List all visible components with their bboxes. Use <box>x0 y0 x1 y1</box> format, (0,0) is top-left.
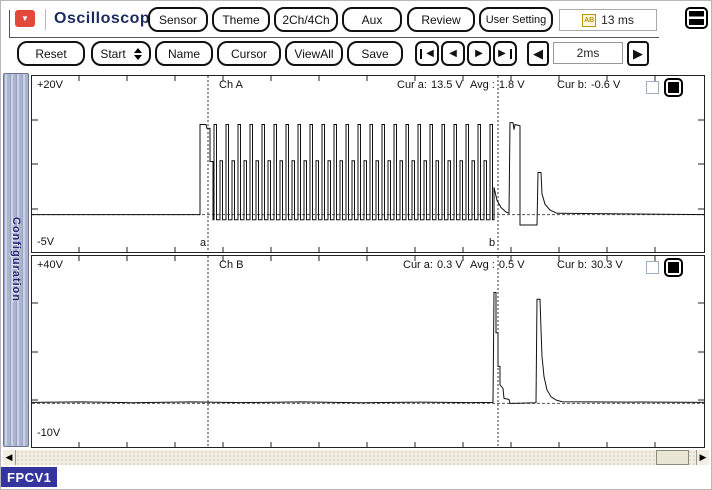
cursor-a-label: Cur a: <box>403 259 433 271</box>
prev-triangle-icon: ◀ <box>426 48 434 59</box>
cursor-a-marker-label: a <box>200 237 206 249</box>
channel-b-avg-readout: Avg : 0.5 V <box>470 259 525 271</box>
left-arrow-icon: ◀ <box>6 452 13 463</box>
prev-triangle-icon: ◀ <box>449 48 457 59</box>
user-setting-button[interactable]: User Setting <box>479 7 553 32</box>
cursor-b-marker-label: b <box>489 237 495 249</box>
horizontal-scrollbar: ◀ ▶ <box>3 450 709 465</box>
scroll-left-button[interactable]: ◀ <box>3 450 16 465</box>
channel-a-color-swatch <box>668 82 679 93</box>
configuration-tab-label: Configuration <box>10 217 22 302</box>
channel-a-avg-readout: Avg : 1.8 V <box>470 79 525 91</box>
channel-a-bottom-voltage-label: -5V <box>37 236 54 248</box>
cursor-a-value: 13.5 V <box>431 79 463 91</box>
cursor-ab-icon: AB <box>582 14 596 27</box>
cursor-b-value: 30.3 V <box>591 259 623 271</box>
channel-b-color-swatch <box>668 262 679 273</box>
scrollbar-thumb[interactable] <box>656 450 689 465</box>
channel-b-bottom-voltage-label: -10V <box>37 427 60 439</box>
left-arrow-icon: ◀ <box>533 46 543 62</box>
cursor-a-label: Cur a: <box>397 79 427 91</box>
step-back-button[interactable]: ◀ <box>441 41 465 66</box>
up-down-spinner-icon <box>134 48 142 60</box>
timebase-value-field[interactable]: 2ms <box>553 42 623 64</box>
next-triangle-icon: ▶ <box>475 48 483 59</box>
timebase-value: 2ms <box>577 46 600 60</box>
toolbar-divider <box>9 37 659 38</box>
aux-button[interactable]: Aux <box>342 7 402 32</box>
skip-to-end-button[interactable]: ▶ <box>493 41 517 66</box>
review-button[interactable]: Review <box>407 7 475 32</box>
channel-a-cursor-b-readout: Cur b: -0.6 V <box>557 79 620 91</box>
cursor-a-value: 0.3 V <box>437 259 463 271</box>
right-arrow-icon: ▶ <box>633 46 643 62</box>
channel-b-plot[interactable] <box>31 255 705 448</box>
save-button[interactable]: Save <box>347 41 403 66</box>
channel-a-color-button[interactable] <box>664 78 683 97</box>
channel-a-name: Ch A <box>219 79 243 91</box>
cursor-button[interactable]: Cursor <box>217 41 281 66</box>
cursor-b-label: Cur b: <box>557 259 587 271</box>
timebase-decrease-button[interactable]: ◀ <box>527 41 549 66</box>
avg-value: 0.5 V <box>499 259 525 271</box>
channel-a-cursor-a-readout: Cur a: 13.5 V <box>397 79 463 91</box>
bar-icon <box>510 49 512 59</box>
channel-b-name: Ch B <box>219 259 243 271</box>
avg-label: Avg : <box>470 79 495 91</box>
start-label: Start <box>100 47 125 61</box>
channel-a-checkbox[interactable] <box>646 81 659 94</box>
cursor-delta-time-display: AB 13 ms <box>559 9 657 31</box>
reset-button[interactable]: Reset <box>17 41 85 66</box>
channel-b-color-button[interactable] <box>664 258 683 277</box>
channel-b-top-voltage-label: +40V <box>37 259 63 271</box>
channel-mode-button[interactable]: 2Ch/4Ch <box>274 7 338 32</box>
skip-to-start-button[interactable]: ◀ <box>415 41 439 66</box>
cursor-b-value: -0.6 V <box>591 79 620 91</box>
theme-button[interactable]: Theme <box>212 7 270 32</box>
sensor-button[interactable]: Sensor <box>148 7 208 32</box>
next-triangle-icon: ▶ <box>498 48 506 59</box>
hamburger-bars <box>689 11 704 25</box>
cursor-b-label: Cur b: <box>557 79 587 91</box>
name-button[interactable]: Name <box>155 41 213 66</box>
step-forward-button[interactable]: ▶ <box>467 41 491 66</box>
bar-icon <box>420 49 422 59</box>
avg-label: Avg : <box>470 259 495 271</box>
start-dropdown[interactable]: Start <box>91 41 151 66</box>
down-triangle-icon: ▼ <box>21 14 29 23</box>
channel-a-top-voltage-label: +20V <box>37 79 63 91</box>
scroll-right-button[interactable]: ▶ <box>696 450 709 465</box>
cursor-delta-time-value: 13 ms <box>601 13 634 27</box>
scrollbar-track[interactable] <box>16 450 696 465</box>
hamburger-menu-icon[interactable] <box>685 7 708 29</box>
channel-a-plot[interactable] <box>31 75 705 253</box>
app-menu-icon[interactable]: ▼ <box>15 10 35 27</box>
viewall-button[interactable]: ViewAll <box>285 41 343 66</box>
title-separator <box>45 9 46 30</box>
channel-b-cursor-b-readout: Cur b: 30.3 V <box>557 259 623 271</box>
status-badge: FPCV1 <box>1 467 57 487</box>
right-arrow-icon: ▶ <box>700 452 707 463</box>
channel-b-checkbox[interactable] <box>646 261 659 274</box>
oscilloscope-window: { "window": { "title": "Oscilloscope", "… <box>0 0 712 490</box>
channel-b-cursor-a-readout: Cur a: 0.3 V <box>403 259 463 271</box>
timebase-increase-button[interactable]: ▶ <box>627 41 649 66</box>
avg-value: 1.8 V <box>499 79 525 91</box>
configuration-tab[interactable]: Configuration <box>3 73 29 447</box>
toolbar-frame-left <box>9 10 10 37</box>
app-title: Oscilloscope <box>54 10 160 28</box>
